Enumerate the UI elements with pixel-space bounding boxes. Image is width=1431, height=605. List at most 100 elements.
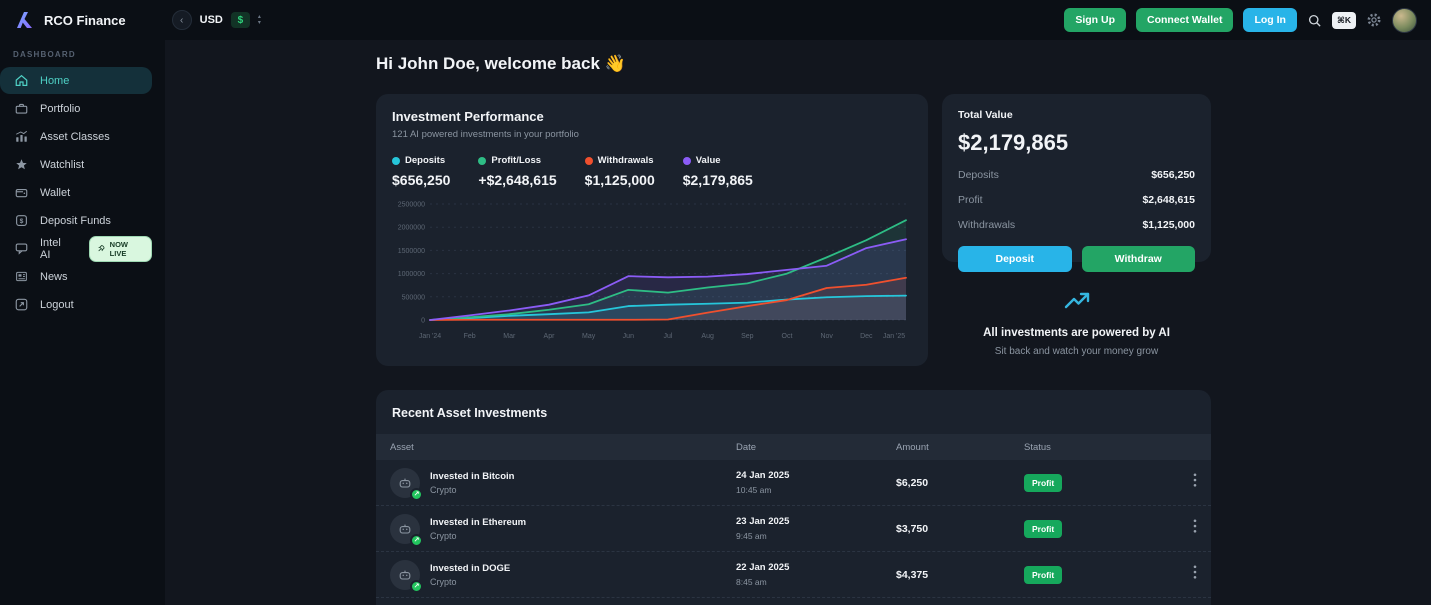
recent-investments-card: Recent Asset Investments Asset Date Amou… bbox=[376, 390, 1211, 605]
column-asset: Asset bbox=[390, 442, 736, 453]
sidebar-item-label: Watchlist bbox=[40, 159, 84, 171]
legend-label: Profit/Loss bbox=[491, 155, 541, 166]
robot-avatar-icon: ↗ bbox=[390, 560, 420, 590]
sidebar-item-label: Asset Classes bbox=[40, 131, 110, 143]
column-date: Date bbox=[736, 442, 896, 453]
briefcase-icon bbox=[13, 100, 30, 117]
user-avatar[interactable] bbox=[1392, 8, 1417, 33]
keyboard-shortcut-badge[interactable]: ⌘K bbox=[1332, 12, 1356, 29]
asset-name: Invested in Bitcoin bbox=[430, 471, 514, 482]
brand: RCO Finance bbox=[14, 9, 126, 31]
sign-up-button[interactable]: Sign Up bbox=[1064, 8, 1126, 32]
performance-subtitle: 121 AI powered investments in your portf… bbox=[392, 129, 912, 140]
row-date: 23 Jan 2025 bbox=[736, 516, 896, 527]
ai-banner-title: All investments are powered by AI bbox=[942, 327, 1211, 339]
sidebar-item-news[interactable]: News bbox=[0, 263, 152, 290]
row-time: 10:45 am bbox=[736, 485, 896, 495]
svg-text:Jan '25: Jan '25 bbox=[883, 333, 905, 340]
svg-text:Apr: Apr bbox=[544, 333, 556, 340]
chevron-left-icon[interactable]: ‹ bbox=[172, 10, 192, 30]
currency-code[interactable]: USD bbox=[200, 14, 223, 26]
chart-legend: Deposits $656,250 Profit/Loss +$2,648,61… bbox=[392, 155, 912, 188]
sidebar-item-home[interactable]: Home bbox=[0, 67, 152, 94]
investment-performance-card: Investment Performance 121 AI powered in… bbox=[376, 94, 928, 366]
table-row[interactable]: ↗ Invested in Bitcoin Crypto 24 Jan 2025… bbox=[376, 460, 1211, 506]
asset-name: Invested in Ethereum bbox=[430, 517, 526, 528]
row-time: 8:45 am bbox=[736, 577, 896, 587]
row-time: 9:45 am bbox=[736, 531, 896, 541]
log-in-button[interactable]: Log In bbox=[1243, 8, 1297, 32]
wave-emoji: 👋 bbox=[605, 54, 626, 73]
legend-value: $1,125,000 bbox=[585, 172, 655, 188]
sidebar-item-watchlist[interactable]: Watchlist bbox=[0, 151, 152, 178]
svg-text:Dec: Dec bbox=[860, 333, 873, 340]
row-date: 22 Jan 2025 bbox=[736, 562, 896, 573]
sidebar-item-label: News bbox=[40, 271, 68, 283]
sidebar-item-asset-classes[interactable]: Asset Classes bbox=[0, 123, 152, 150]
sidebar-item-intel-ai[interactable]: Intel AI NOW LIVE bbox=[0, 235, 152, 262]
ai-banner: All investments are powered by AI Sit ba… bbox=[942, 290, 1211, 357]
row-menu-icon[interactable] bbox=[1180, 473, 1197, 492]
row-value: $656,250 bbox=[1151, 169, 1195, 181]
topbar: RCO Finance ‹ USD $ ▴▾ Sign Up Connect W… bbox=[0, 0, 1431, 40]
currency-selector: ‹ USD $ ▴▾ bbox=[172, 10, 261, 30]
table-row[interactable]: ↗ Invested in DOGE Crypto 22 Jan 2025 8:… bbox=[376, 552, 1211, 598]
svg-text:Feb: Feb bbox=[464, 333, 476, 340]
legend-label: Withdrawals bbox=[598, 155, 654, 166]
svg-text:$: $ bbox=[20, 218, 24, 225]
table-row[interactable]: ↗ Invested in Ethereum Crypto 23 Jan 202… bbox=[376, 506, 1211, 552]
bar-chart-icon bbox=[13, 128, 30, 145]
now-live-label: NOW LIVE bbox=[110, 240, 144, 258]
row-amount: $3,750 bbox=[896, 523, 1024, 535]
legend-value: $656,250 bbox=[392, 172, 450, 188]
row-value: $2,648,615 bbox=[1142, 194, 1195, 206]
svg-text:Mar: Mar bbox=[503, 333, 516, 340]
greeting-text: Hi John Doe, welcome back bbox=[376, 54, 600, 73]
sidebar-item-label: Deposit Funds bbox=[40, 215, 111, 227]
sidebar-item-deposit-funds[interactable]: $ Deposit Funds bbox=[0, 207, 152, 234]
svg-text:May: May bbox=[582, 333, 596, 340]
sidebar-item-logout[interactable]: Logout bbox=[0, 291, 152, 318]
sidebar-item-wallet[interactable]: Wallet bbox=[0, 179, 152, 206]
logout-icon bbox=[13, 296, 30, 313]
svg-text:0: 0 bbox=[421, 318, 425, 325]
currency-stepper-icon[interactable]: ▴▾ bbox=[258, 14, 261, 26]
sidebar-item-label: Home bbox=[40, 75, 69, 87]
status-badge: Profit bbox=[1024, 474, 1062, 492]
legend-label: Deposits bbox=[405, 155, 445, 166]
svg-text:2000000: 2000000 bbox=[398, 225, 425, 232]
currency-symbol-badge[interactable]: $ bbox=[231, 12, 250, 28]
performance-chart: 05000001000000150000020000002500000Jan '… bbox=[392, 196, 912, 346]
sidebar-item-label: Logout bbox=[40, 299, 74, 311]
row-label: Profit bbox=[958, 194, 983, 206]
svg-text:Oct: Oct bbox=[782, 333, 793, 340]
sidebar-item-portfolio[interactable]: Portfolio bbox=[0, 95, 152, 122]
asset-category: Crypto bbox=[430, 531, 526, 541]
connect-wallet-button[interactable]: Connect Wallet bbox=[1136, 8, 1233, 32]
legend-profit-loss: Profit/Loss +$2,648,615 bbox=[478, 155, 556, 188]
total-withdrawals-row: Withdrawals $1,125,000 bbox=[958, 219, 1195, 231]
row-menu-icon[interactable] bbox=[1180, 519, 1197, 538]
svg-text:500000: 500000 bbox=[402, 294, 425, 301]
status-badge: Profit bbox=[1024, 520, 1062, 538]
column-status: Status bbox=[1024, 442, 1180, 453]
search-icon[interactable] bbox=[1307, 13, 1322, 28]
withdraw-button[interactable]: Withdraw bbox=[1082, 246, 1196, 272]
growth-arrow-badge-icon: ↗ bbox=[410, 580, 423, 593]
sidebar-item-label: Wallet bbox=[40, 187, 70, 199]
row-label: Deposits bbox=[958, 169, 999, 181]
value-dot-icon bbox=[683, 157, 691, 165]
asset-category: Crypto bbox=[430, 577, 510, 587]
svg-text:1000000: 1000000 bbox=[398, 271, 425, 278]
legend-withdrawals: Withdrawals $1,125,000 bbox=[585, 155, 655, 188]
performance-title: Investment Performance bbox=[392, 109, 912, 124]
settings-gear-icon[interactable] bbox=[1366, 12, 1382, 28]
wallet-icon bbox=[13, 184, 30, 201]
ai-banner-subtitle: Sit back and watch your money grow bbox=[942, 346, 1211, 357]
row-date: 24 Jan 2025 bbox=[736, 470, 896, 481]
row-menu-icon[interactable] bbox=[1180, 565, 1197, 584]
total-profit-row: Profit $2,648,615 bbox=[958, 194, 1195, 206]
deposit-button[interactable]: Deposit bbox=[958, 246, 1072, 272]
total-value-card: Total Value $2,179,865 Deposits $656,250… bbox=[942, 94, 1211, 262]
rco-logo-icon bbox=[14, 9, 36, 31]
